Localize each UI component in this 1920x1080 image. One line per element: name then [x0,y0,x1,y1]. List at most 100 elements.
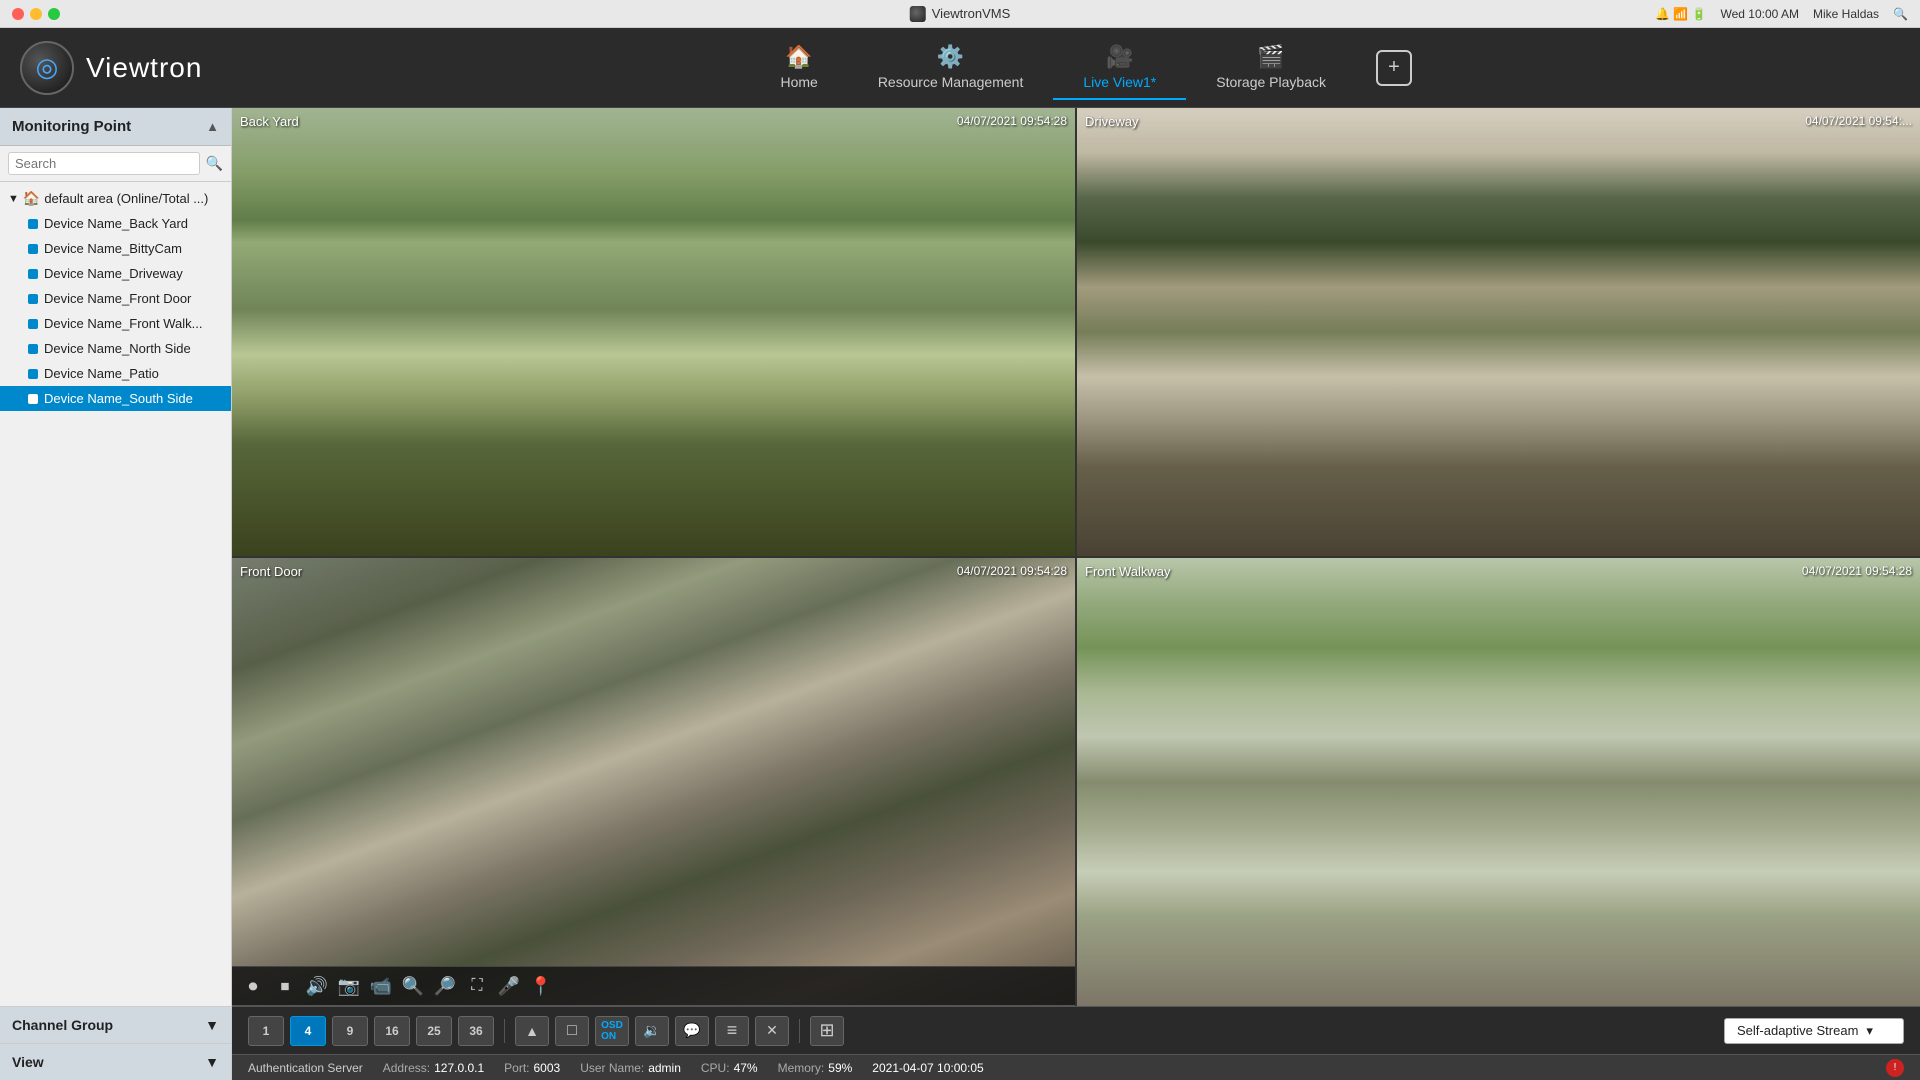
cam-dot [28,219,38,229]
nav-resource[interactable]: ⚙️ Resource Management [848,36,1054,100]
search-input[interactable] [8,152,200,175]
monitoring-point-header[interactable]: Monitoring Point ▲ [0,108,231,146]
user-item: User Name: admin [580,1061,681,1075]
stream-chevron: ▾ [1866,1023,1873,1039]
cam-dot [28,344,38,354]
titlebar-right: 🔔 📶 🔋 Wed 10:00 AM Mike Haldas 🔍 [1655,7,1908,21]
channel-group-header[interactable]: Channel Group ▼ [0,1007,231,1043]
device-label: Device Name_BittyCam [44,241,182,256]
layout-4-button[interactable]: 4 [290,1016,326,1046]
camera-driveway[interactable]: Driveway 04/07/2021 09:54:... [1077,108,1920,556]
device-item-northside[interactable]: Device Name_North Side [0,336,231,361]
device-item-frontwalk[interactable]: Device Name_Front Walk... [0,311,231,336]
minimize-dot[interactable] [30,8,42,20]
close-button[interactable]: ✕ [755,1016,789,1046]
memory-item: Memory: 59% [778,1061,853,1075]
location-icon[interactable]: 📍 [528,973,554,999]
device-item-frontdoor[interactable]: Device Name_Front Door [0,286,231,311]
single-view-button[interactable]: □ [555,1016,589,1046]
device-list: Device Name_Back Yard Device Name_BittyCa… [0,211,231,411]
add-view-button[interactable]: + [1376,50,1412,86]
device-label: Device Name_North Side [44,341,191,356]
separator-1 [504,1019,505,1043]
nav-home-label: Home [780,74,817,90]
stream-label: Self-adaptive Stream [1737,1023,1858,1038]
main-content: Monitoring Point ▲ 🔍 ▼ 🏠 default area (O… [0,108,1920,1080]
device-label: Device Name_Patio [44,366,159,381]
layout-36-button[interactable]: 36 [458,1016,494,1046]
nav-live-label: Live View1* [1083,74,1156,90]
camera-frontdoor-timestamp: 04/07/2021 09:54:28 [957,564,1067,578]
maximize-dot[interactable] [48,8,60,20]
camera-overlay-toolbar: ⏺ ⏹ 🔊 📷 📹 🔍 🔎 ⛶ 🎤 📍 [232,966,1075,1006]
camera-driveway-timestamp: 04/07/2021 09:54:... [1805,114,1912,128]
camera-frontwalk-label: Front Walkway [1085,564,1170,579]
address-label: Address: [383,1061,430,1075]
cam-dot [28,269,38,279]
layout-16-button[interactable]: 16 [374,1016,410,1046]
nav-storage[interactable]: 🎬 Storage Playback [1186,36,1356,100]
app-icon [910,6,926,22]
app-header: ◎ Viewtron 🏠 Home ⚙️ Resource Management… [0,28,1920,108]
talk-button[interactable]: 💬 [675,1016,709,1046]
app-name: ViewtronVMS [932,6,1011,21]
window-controls[interactable] [12,8,60,20]
live-icon: 🎥 [1106,44,1133,70]
layout-9-button[interactable]: 9 [332,1016,368,1046]
camera-frontwalk[interactable]: Front Walkway 04/07/2021 09:54:28 [1077,558,1920,1006]
user-label: User Name: [580,1061,644,1075]
stop-icon[interactable]: ⏹ [272,973,298,999]
sidebar: Monitoring Point ▲ 🔍 ▼ 🏠 default area (O… [0,108,232,1080]
search-icon[interactable]: 🔍 [206,155,223,172]
camera-frontdoor[interactable]: Front Door 04/07/2021 09:54:28 ⏺ ⏹ 🔊 📷 📹… [232,558,1075,1006]
cam-dot [28,319,38,329]
device-item-patio[interactable]: Device Name_Patio [0,361,231,386]
prev-button[interactable]: ▲ [515,1016,549,1046]
memory-label: Memory: [778,1061,825,1075]
cam-record-icon[interactable]: 📹 [368,973,394,999]
layout-extra-button[interactable]: ⊞ [810,1016,844,1046]
port-value: 6003 [533,1061,560,1075]
audio-ctrl-button[interactable]: 🔉 [635,1016,669,1046]
camera-backyard[interactable]: Back Yard 04/07/2021 09:54:28 [232,108,1075,556]
tree-root-item[interactable]: ▼ 🏠 default area (Online/Total ...) [0,186,231,211]
rec-icon[interactable]: ⏺ [240,973,266,999]
address-value: 127.0.0.1 [434,1061,484,1075]
device-item-backyard[interactable]: Device Name_Back Yard [0,211,231,236]
audio-back-icon[interactable]: 🔊 [304,973,330,999]
fullscreen-icon[interactable]: ⛶ [464,973,490,999]
search-icon[interactable]: 🔍 [1893,7,1908,21]
device-label: Device Name_Back Yard [44,216,188,231]
nav-home[interactable]: 🏠 Home [750,36,847,100]
device-item-driveway[interactable]: Device Name_Driveway [0,261,231,286]
device-item-bittycam[interactable]: Device Name_BittyCam [0,236,231,261]
zoom-out-icon[interactable]: 🔎 [432,973,458,999]
nav-live[interactable]: 🎥 Live View1* [1053,36,1186,100]
port-label: Port: [504,1061,529,1075]
zoom-in-icon[interactable]: 🔍 [400,973,426,999]
layout-1-button[interactable]: 1 [248,1016,284,1046]
status-alert-dot[interactable]: ! [1886,1059,1904,1077]
sequence-button[interactable]: ≡ [715,1016,749,1046]
logo-icon: ◎ [20,41,74,95]
nav-bar: 🏠 Home ⚙️ Resource Management 🎥 Live Vie… [262,36,1900,100]
mic-icon[interactable]: 🎤 [496,973,522,999]
stream-selector[interactable]: Self-adaptive Stream ▾ [1724,1018,1904,1044]
channel-group-title: Channel Group [12,1017,113,1033]
cam-dot [28,369,38,379]
layout-25-button[interactable]: 25 [416,1016,452,1046]
cpu-value: 47% [734,1061,758,1075]
status-bar: Authentication Server Address: 127.0.0.1… [232,1054,1920,1080]
snapshot-icon[interactable]: 📷 [336,973,362,999]
house-icon: 🏠 [23,190,40,207]
view-header[interactable]: View ▼ [0,1044,231,1080]
view-title: View [12,1054,44,1070]
osd-button[interactable]: OSDON [595,1016,629,1046]
monitoring-point-chevron[interactable]: ▲ [206,119,219,134]
device-item-southside[interactable]: Device Name_South Side [0,386,231,411]
app-logo: ◎ Viewtron [20,41,202,95]
device-label: Device Name_Front Door [44,291,191,306]
close-dot[interactable] [12,8,24,20]
resource-icon: ⚙️ [937,44,964,70]
camera-frontdoor-label: Front Door [240,564,302,579]
